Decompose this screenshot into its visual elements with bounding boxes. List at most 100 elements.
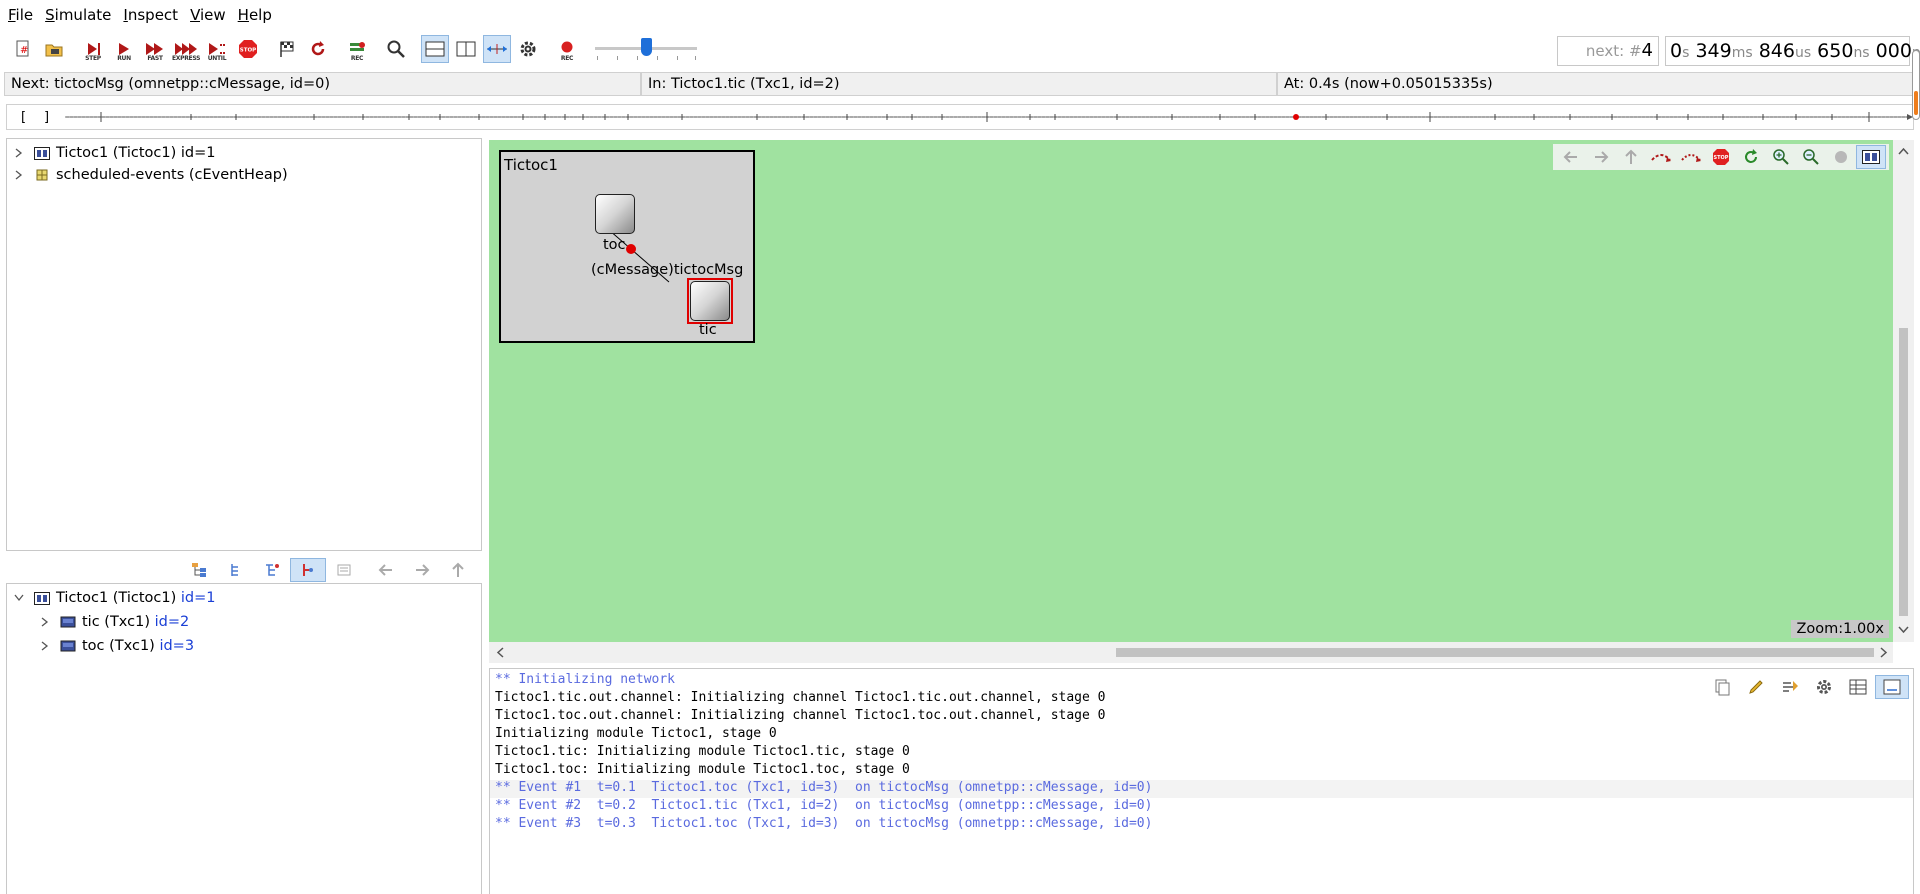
- find-objects-button[interactable]: [382, 35, 410, 63]
- menu-help[interactable]: Help: [232, 0, 278, 30]
- window-scrollbar[interactable]: [1912, 50, 1920, 120]
- scrollbar-graphics: [1898, 147, 1909, 634]
- run-local-button[interactable]: [1646, 145, 1676, 169]
- menu-simulate[interactable]: Simulate: [39, 0, 117, 30]
- timeline-icon: [487, 44, 507, 54]
- svg-text:[: [: [21, 110, 26, 125]
- animation-speed-slider[interactable]: [591, 35, 701, 63]
- copy-log-button[interactable]: [1705, 675, 1739, 699]
- window-scroll-thumb[interactable]: [1914, 91, 1918, 115]
- tree-mode-toolbar: [182, 558, 476, 582]
- log-line: Tictoc1.tic: Initializing module Tictoc1…: [495, 744, 910, 759]
- module-tree-item-toc[interactable]: toc (Txc1) id=3: [38, 635, 194, 657]
- node-tic[interactable]: [690, 281, 730, 321]
- fast-local-button[interactable]: [1676, 145, 1706, 169]
- chevron-right-icon[interactable]: [12, 168, 26, 182]
- menu-view[interactable]: View: [184, 0, 232, 30]
- log-toolbar: [1705, 675, 1909, 699]
- scroll-thumb[interactable]: [1899, 328, 1908, 616]
- conclude-button[interactable]: [273, 35, 301, 63]
- canvas-horizontal-scrollbar[interactable]: [489, 642, 1893, 663]
- tree-item-network[interactable]: Tictoc1 (Tictoc1) id=1: [12, 142, 215, 164]
- chevron-right-icon[interactable]: [38, 615, 52, 629]
- run-button[interactable]: RUN: [110, 35, 138, 63]
- finish-flag-icon: [280, 41, 294, 57]
- log-line: ** Event #1 t=0.1 Tictoc1.toc (Txc1, id=…: [495, 780, 1153, 795]
- view-grouped-button[interactable]: [326, 558, 362, 582]
- scroll-thumb[interactable]: [1116, 648, 1874, 657]
- network-compound-module[interactable]: Tictoc1 toc (cMessage)tictocMsg tic: [499, 150, 755, 343]
- zoom-in-button[interactable]: [1766, 145, 1796, 169]
- fast-run-button[interactable]: FAST: [141, 35, 169, 63]
- stop-icon: STOP: [239, 40, 257, 58]
- view-children-button[interactable]: [182, 558, 218, 582]
- messages-view-button[interactable]: [1841, 675, 1875, 699]
- video-record-button[interactable]: REC: [553, 35, 581, 63]
- canvas-forward-button[interactable]: [1586, 145, 1616, 169]
- run-caption: RUN: [117, 55, 131, 62]
- step-button[interactable]: STEP: [79, 35, 107, 63]
- express-run-button[interactable]: EXPRESS: [172, 35, 200, 63]
- zoom-out-button[interactable]: [1796, 145, 1826, 169]
- timeline-axis: [ ]: [21, 110, 1913, 125]
- status-time: At: 0.4s (now+0.05015335s): [1277, 72, 1914, 96]
- load-network-button[interactable]: [40, 35, 68, 63]
- stop-button[interactable]: STOP: [234, 35, 262, 63]
- object-navigator: Tictoc1 (Tictoc1) id=1 scheduled-events …: [6, 138, 482, 551]
- stop-local-button[interactable]: STOP: [1706, 145, 1736, 169]
- event-heap-icon: [34, 168, 50, 182]
- new-run-button[interactable]: #: [9, 35, 37, 63]
- fast-local-icon: [1681, 154, 1701, 162]
- event-timeline[interactable]: [ ]: [6, 104, 1914, 130]
- slider-thumb[interactable]: [640, 38, 652, 56]
- animation-toggle-button[interactable]: [1826, 145, 1856, 169]
- parent-button[interactable]: [440, 558, 476, 582]
- event-log[interactable]: ** Initializing network Tictoc1.tic.out.…: [489, 668, 1914, 894]
- module-label: toc (Txc1): [82, 638, 155, 654]
- tree-icon: [231, 564, 238, 576]
- canvas-parent-button[interactable]: [1616, 145, 1646, 169]
- search-icon: [387, 40, 405, 58]
- log-settings-button[interactable]: [1807, 675, 1841, 699]
- layout-horizontal-button[interactable]: [421, 35, 449, 63]
- canvas-vertical-scrollbar[interactable]: [1893, 140, 1914, 642]
- run-until-button[interactable]: UNTIL: [203, 35, 231, 63]
- node-label-tic: tic: [699, 322, 717, 338]
- forward-button[interactable]: [404, 558, 440, 582]
- network-module-icon: [34, 591, 50, 605]
- message-dot: [626, 244, 636, 254]
- canvas-mode-button[interactable]: [1856, 145, 1886, 169]
- menu-inspect[interactable]: Inspect: [117, 0, 184, 30]
- tree-item-scheduled-events[interactable]: scheduled-events (cEventHeap): [12, 164, 288, 186]
- gear-icon: [520, 41, 536, 57]
- circle-icon: [1835, 151, 1847, 163]
- preferences-button[interactable]: [514, 35, 542, 63]
- view-tree-button[interactable]: [218, 558, 254, 582]
- svg-text:STOP: STOP: [1714, 155, 1729, 161]
- chevron-right-icon[interactable]: [38, 639, 52, 653]
- menu-bar: File Simulate Inspect View Help: [0, 0, 1920, 30]
- module-id: id=2: [154, 614, 190, 630]
- network-canvas[interactable]: Tictoc1 toc (cMessage)tictocMsg tic STOP…: [489, 140, 1893, 642]
- canvas-toolbar: STOP: [1553, 144, 1889, 170]
- back-button[interactable]: [368, 558, 404, 582]
- view-flat-button[interactable]: [254, 558, 290, 582]
- timeline-toggle-button[interactable]: [483, 35, 511, 63]
- view-inheritance-button[interactable]: [290, 558, 326, 582]
- rebuild-network-button[interactable]: [304, 35, 332, 63]
- canvas-back-button[interactable]: [1556, 145, 1586, 169]
- filter-log-button[interactable]: [1739, 675, 1773, 699]
- layout-vertical-button[interactable]: [452, 35, 480, 63]
- node-toc[interactable]: [595, 194, 635, 234]
- chevron-right-icon[interactable]: [12, 146, 26, 160]
- relayout-button[interactable]: [1736, 145, 1766, 169]
- gear-icon: [1817, 680, 1831, 694]
- module-tree-root[interactable]: Tictoc1 (Tictoc1) id=1: [12, 587, 215, 609]
- log-view-button[interactable]: [1875, 675, 1909, 699]
- menu-file[interactable]: File: [2, 0, 39, 30]
- event-recording-button[interactable]: REC: [343, 35, 371, 63]
- trace-button[interactable]: [1773, 675, 1807, 699]
- module-tree-item-tic[interactable]: tic (Txc1) id=2: [38, 611, 189, 633]
- express-caption: EXPRESS: [172, 55, 201, 62]
- chevron-down-icon[interactable]: [12, 591, 26, 605]
